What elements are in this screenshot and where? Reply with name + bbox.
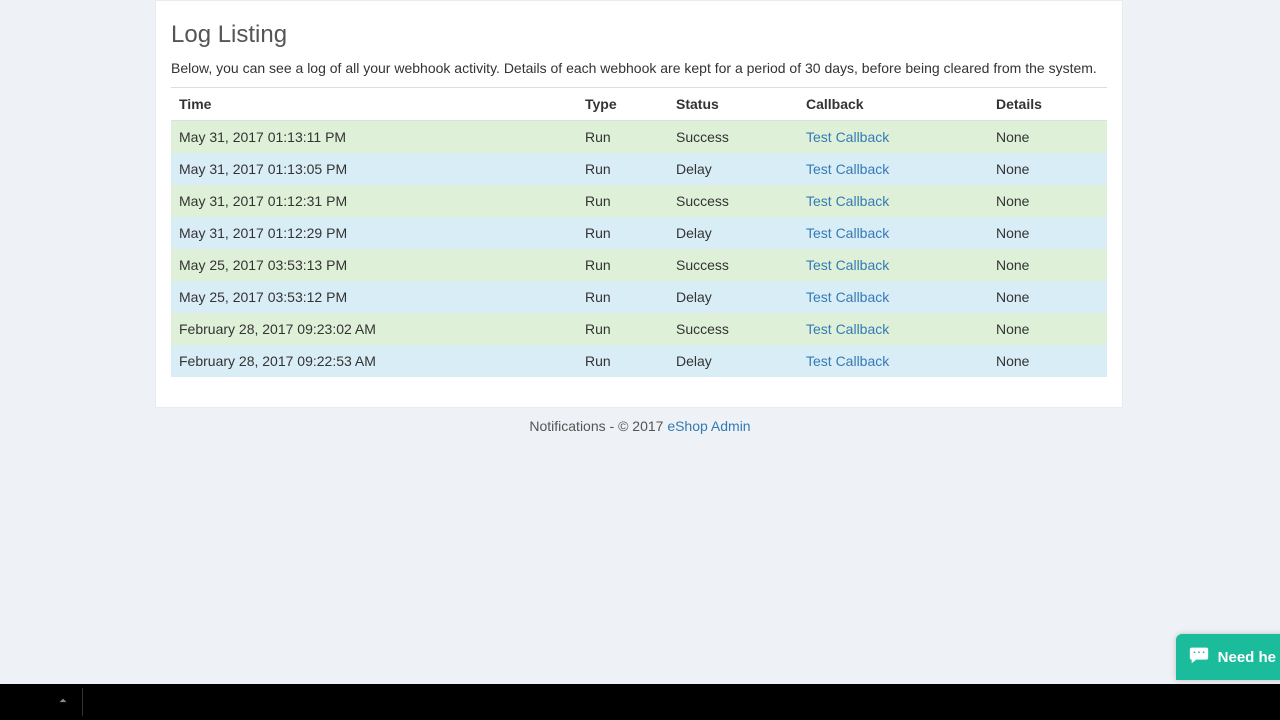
cell-type: Run xyxy=(577,249,668,281)
cell-time: May 31, 2017 01:13:11 PM xyxy=(171,120,577,153)
table-row: May 31, 2017 01:13:05 PMRunDelay Test Cal… xyxy=(171,153,1107,185)
chat-icon xyxy=(1188,644,1210,670)
cell-details: None xyxy=(988,345,1107,377)
cell-status: Success xyxy=(668,249,798,281)
cell-type: Run xyxy=(577,217,668,249)
footer-prefix: Notifications - © 2017 xyxy=(529,418,667,434)
table-row: May 31, 2017 01:13:11 PMRunSuccess Test C… xyxy=(171,120,1107,153)
cell-details: None xyxy=(988,217,1107,249)
cell-details: None xyxy=(988,185,1107,217)
help-widget[interactable]: Need he xyxy=(1176,634,1280,680)
callback-link[interactable]: Test Callback xyxy=(806,225,889,241)
callback-link[interactable]: Test Callback xyxy=(806,257,889,273)
footer-link[interactable]: eShop Admin xyxy=(667,418,750,434)
cell-callback: Test Callback xyxy=(798,313,988,345)
cell-details: None xyxy=(988,120,1107,153)
cell-details: None xyxy=(988,153,1107,185)
footer: Notifications - © 2017 eShop Admin xyxy=(0,418,1280,434)
cell-callback: Test Callback xyxy=(798,153,988,185)
callback-link[interactable]: Test Callback xyxy=(806,129,889,145)
callback-link[interactable]: Test Callback xyxy=(806,193,889,209)
callback-link[interactable]: Test Callback xyxy=(806,161,889,177)
bar-divider xyxy=(82,688,83,716)
table-row: May 31, 2017 01:12:31 PMRunSuccess Test C… xyxy=(171,185,1107,217)
cell-callback: Test Callback xyxy=(798,281,988,313)
cell-time: May 31, 2017 01:13:05 PM xyxy=(171,153,577,185)
cell-details: None xyxy=(988,281,1107,313)
cell-type: Run xyxy=(577,281,668,313)
cell-status: Delay xyxy=(668,281,798,313)
cell-time: May 25, 2017 03:53:12 PM xyxy=(171,281,577,313)
callback-link[interactable]: Test Callback xyxy=(806,289,889,305)
cell-details: None xyxy=(988,249,1107,281)
col-time: Time xyxy=(171,87,577,120)
cell-type: Run xyxy=(577,153,668,185)
callback-link[interactable]: Test Callback xyxy=(806,321,889,337)
bottom-bar xyxy=(0,684,1280,720)
cell-time: February 28, 2017 09:23:02 AM xyxy=(171,313,577,345)
table-row: May 31, 2017 01:12:29 PMRunDelay Test Cal… xyxy=(171,217,1107,249)
cell-time: February 28, 2017 09:22:53 AM xyxy=(171,345,577,377)
chevron-up-icon xyxy=(56,694,70,711)
cell-status: Delay xyxy=(668,345,798,377)
col-details: Details xyxy=(988,87,1107,120)
cell-time: May 31, 2017 01:12:29 PM xyxy=(171,217,577,249)
table-row: February 28, 2017 09:23:02 AMRunSuccess T… xyxy=(171,313,1107,345)
log-panel: Log Listing Below, you can see a log of … xyxy=(155,0,1123,408)
cell-time: May 31, 2017 01:12:31 PM xyxy=(171,185,577,217)
cell-status: Success xyxy=(668,185,798,217)
cell-status: Delay xyxy=(668,153,798,185)
help-label: Need he xyxy=(1218,649,1276,666)
cell-callback: Test Callback xyxy=(798,345,988,377)
col-callback: Callback xyxy=(798,87,988,120)
cell-type: Run xyxy=(577,185,668,217)
table-row: February 28, 2017 09:22:53 AMRunDelay Tes… xyxy=(171,345,1107,377)
cell-type: Run xyxy=(577,120,668,153)
page-title: Log Listing xyxy=(171,21,1107,49)
table-row: May 25, 2017 03:53:12 PMRunDelay Test Cal… xyxy=(171,281,1107,313)
cell-type: Run xyxy=(577,313,668,345)
scroll-to-top-button[interactable] xyxy=(48,690,78,714)
col-status: Status xyxy=(668,87,798,120)
page-description: Below, you can see a log of all your web… xyxy=(171,59,1107,79)
cell-status: Success xyxy=(668,313,798,345)
col-type: Type xyxy=(577,87,668,120)
callback-link[interactable]: Test Callback xyxy=(806,353,889,369)
cell-callback: Test Callback xyxy=(798,120,988,153)
cell-time: May 25, 2017 03:53:13 PM xyxy=(171,249,577,281)
table-header-row: Time Type Status Callback Details xyxy=(171,87,1107,120)
cell-callback: Test Callback xyxy=(798,217,988,249)
table-row: May 25, 2017 03:53:13 PMRunSuccess Test C… xyxy=(171,249,1107,281)
cell-type: Run xyxy=(577,345,668,377)
cell-callback: Test Callback xyxy=(798,249,988,281)
cell-status: Success xyxy=(668,120,798,153)
cell-status: Delay xyxy=(668,217,798,249)
cell-callback: Test Callback xyxy=(798,185,988,217)
cell-details: None xyxy=(988,313,1107,345)
log-table: Time Type Status Callback Details May 31… xyxy=(171,87,1107,377)
